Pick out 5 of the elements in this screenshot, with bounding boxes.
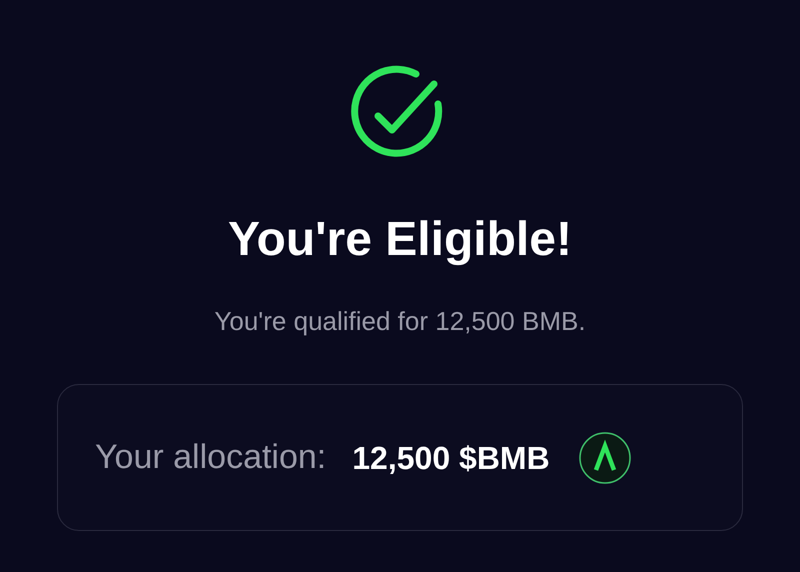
allocation-label: Your allocation: xyxy=(95,437,326,478)
subtitle: You're qualified for 12,500 BMB. xyxy=(214,305,586,338)
heading: You're Eligible! xyxy=(228,212,572,268)
allocation-amount: 12,500 $BMB xyxy=(352,438,550,478)
token-logo-icon xyxy=(578,430,632,484)
